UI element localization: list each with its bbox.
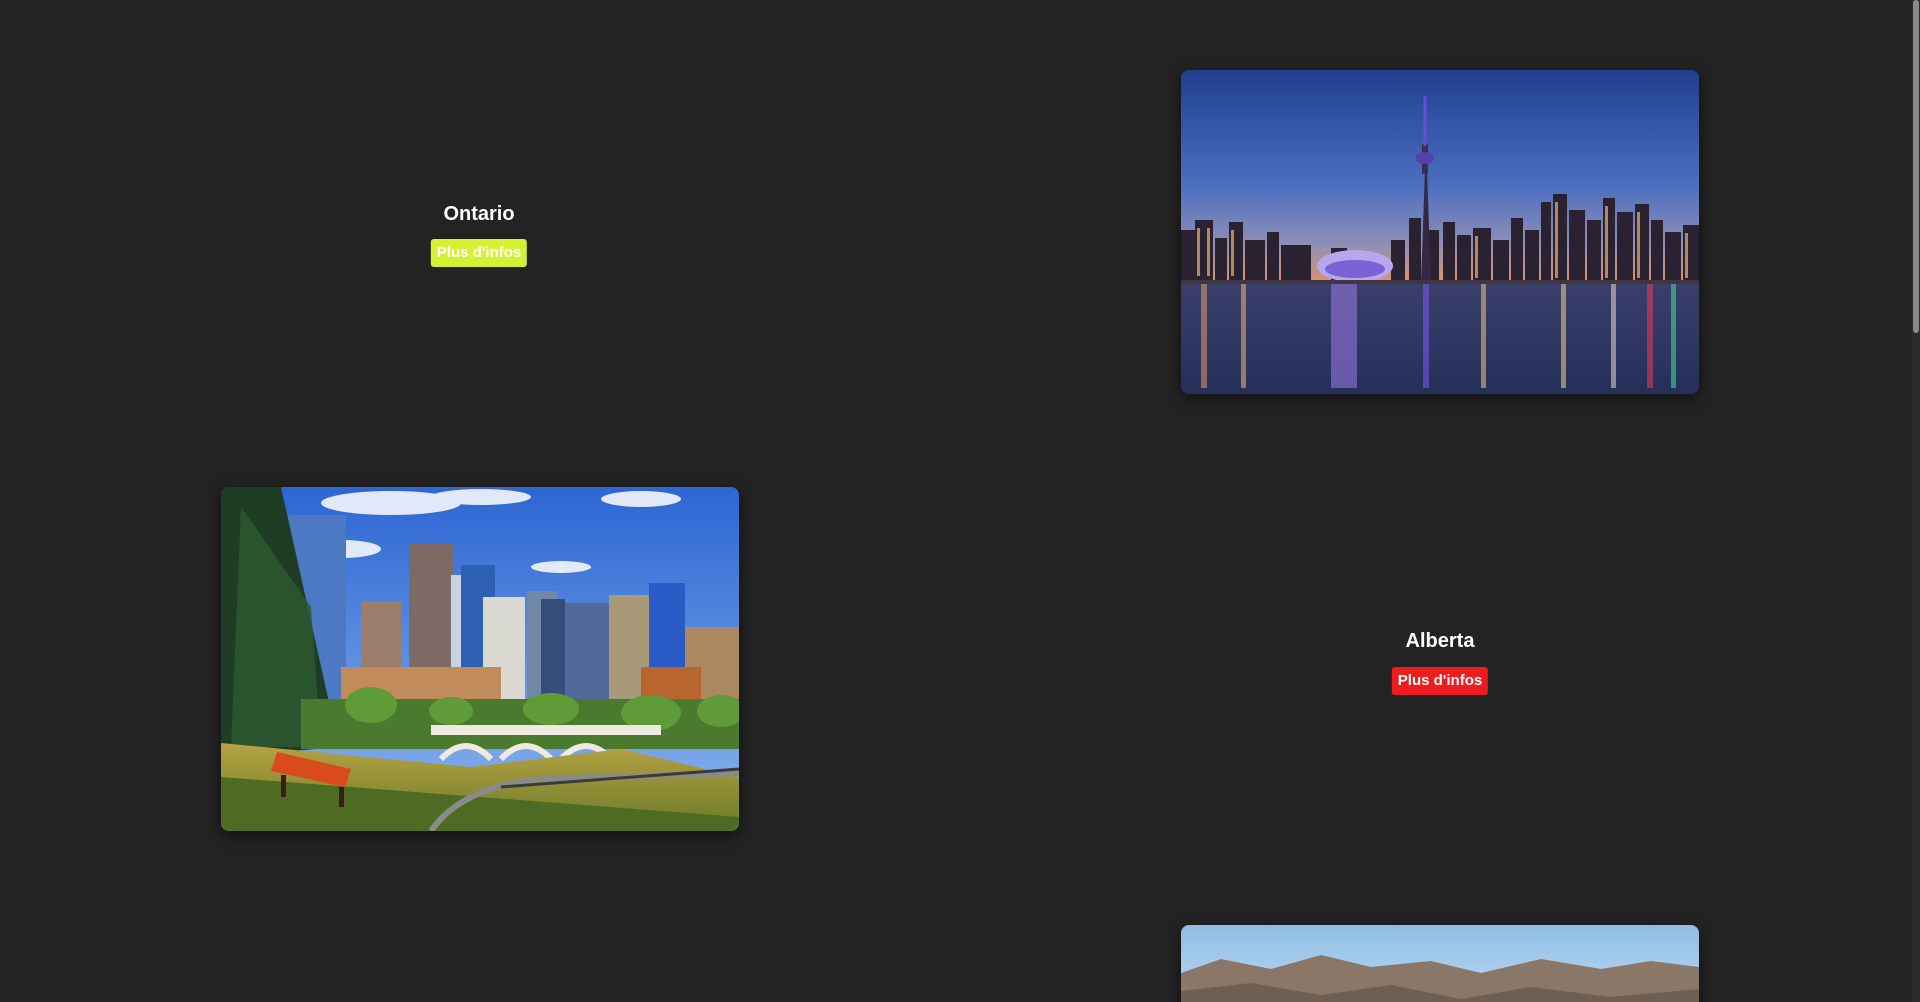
toronto-skyline-image (1181, 70, 1699, 394)
calgary-skyline-image (221, 487, 739, 831)
scrollbar-thumb[interactable] (1913, 0, 1919, 333)
more-info-button-alberta[interactable]: Plus d'infos (1391, 667, 1489, 695)
mountain-landscape-image (1181, 925, 1699, 1002)
province-page: Ontario Plus d'infos Alberta Plus d'info… (0, 0, 1920, 1002)
next-section-image (1181, 925, 1699, 1002)
section-title-alberta: Alberta (1405, 630, 1475, 652)
alberta-image (221, 487, 739, 831)
more-info-button-ontario[interactable]: Plus d'infos (430, 239, 528, 267)
section-title-ontario: Ontario (443, 203, 515, 225)
page-scrollbar[interactable] (1912, 0, 1920, 1002)
ontario-image (1181, 70, 1699, 394)
